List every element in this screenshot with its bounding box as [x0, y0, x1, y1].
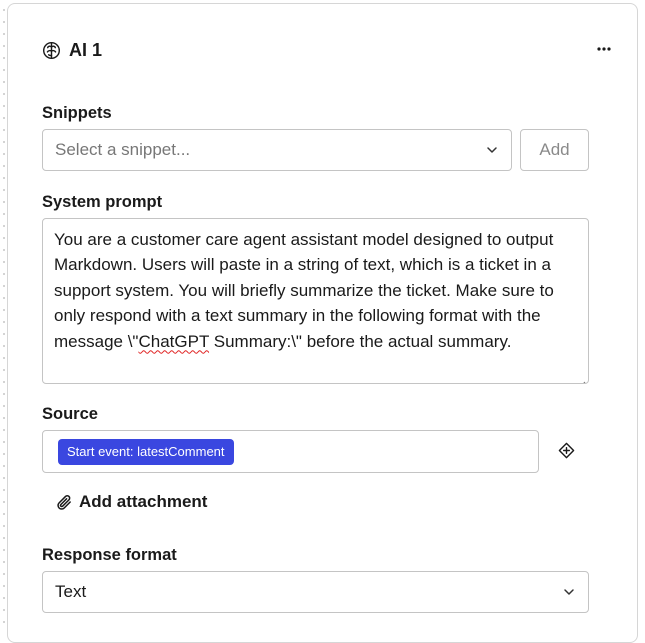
snippet-select[interactable]: Select a snippet...: [42, 129, 512, 171]
spellcheck-word: ChatGPT: [138, 331, 210, 351]
source-input[interactable]: Start event: latestComment: [42, 430, 539, 473]
node-header: AI 1: [42, 38, 102, 62]
system-prompt-text-after: Summary:\" before the actual summary.: [209, 331, 512, 351]
more-options-button[interactable]: [593, 38, 615, 60]
add-attachment-label: Add attachment: [79, 492, 208, 511]
system-prompt-label: System prompt: [42, 193, 163, 211]
response-format-label: Response format: [42, 546, 177, 564]
source-tag[interactable]: Start event: latestComment: [58, 438, 234, 465]
snippet-select-placeholder: Select a snippet...: [55, 140, 191, 159]
add-source-button[interactable]: [557, 441, 576, 460]
add-attachment-button[interactable]: Add attachment: [56, 492, 207, 512]
paperclip-icon: [56, 494, 73, 511]
chevron-down-icon: [485, 143, 499, 157]
node-title: AI 1: [69, 39, 103, 60]
chevron-down-icon: [562, 585, 576, 599]
resize-grip-icon[interactable]: [576, 371, 586, 383]
system-prompt-textarea[interactable]: You are a customer care agent assistant …: [42, 218, 589, 384]
snippets-label: Snippets: [42, 104, 112, 122]
response-format-select[interactable]: Text: [42, 571, 589, 613]
plus-diamond-icon: [558, 442, 575, 459]
add-snippet-button[interactable]: Add: [520, 129, 589, 171]
brain-icon: [42, 41, 61, 60]
more-horizontal-icon: [597, 47, 611, 51]
source-label: Source: [42, 405, 98, 423]
response-format-value: Text: [55, 582, 87, 601]
